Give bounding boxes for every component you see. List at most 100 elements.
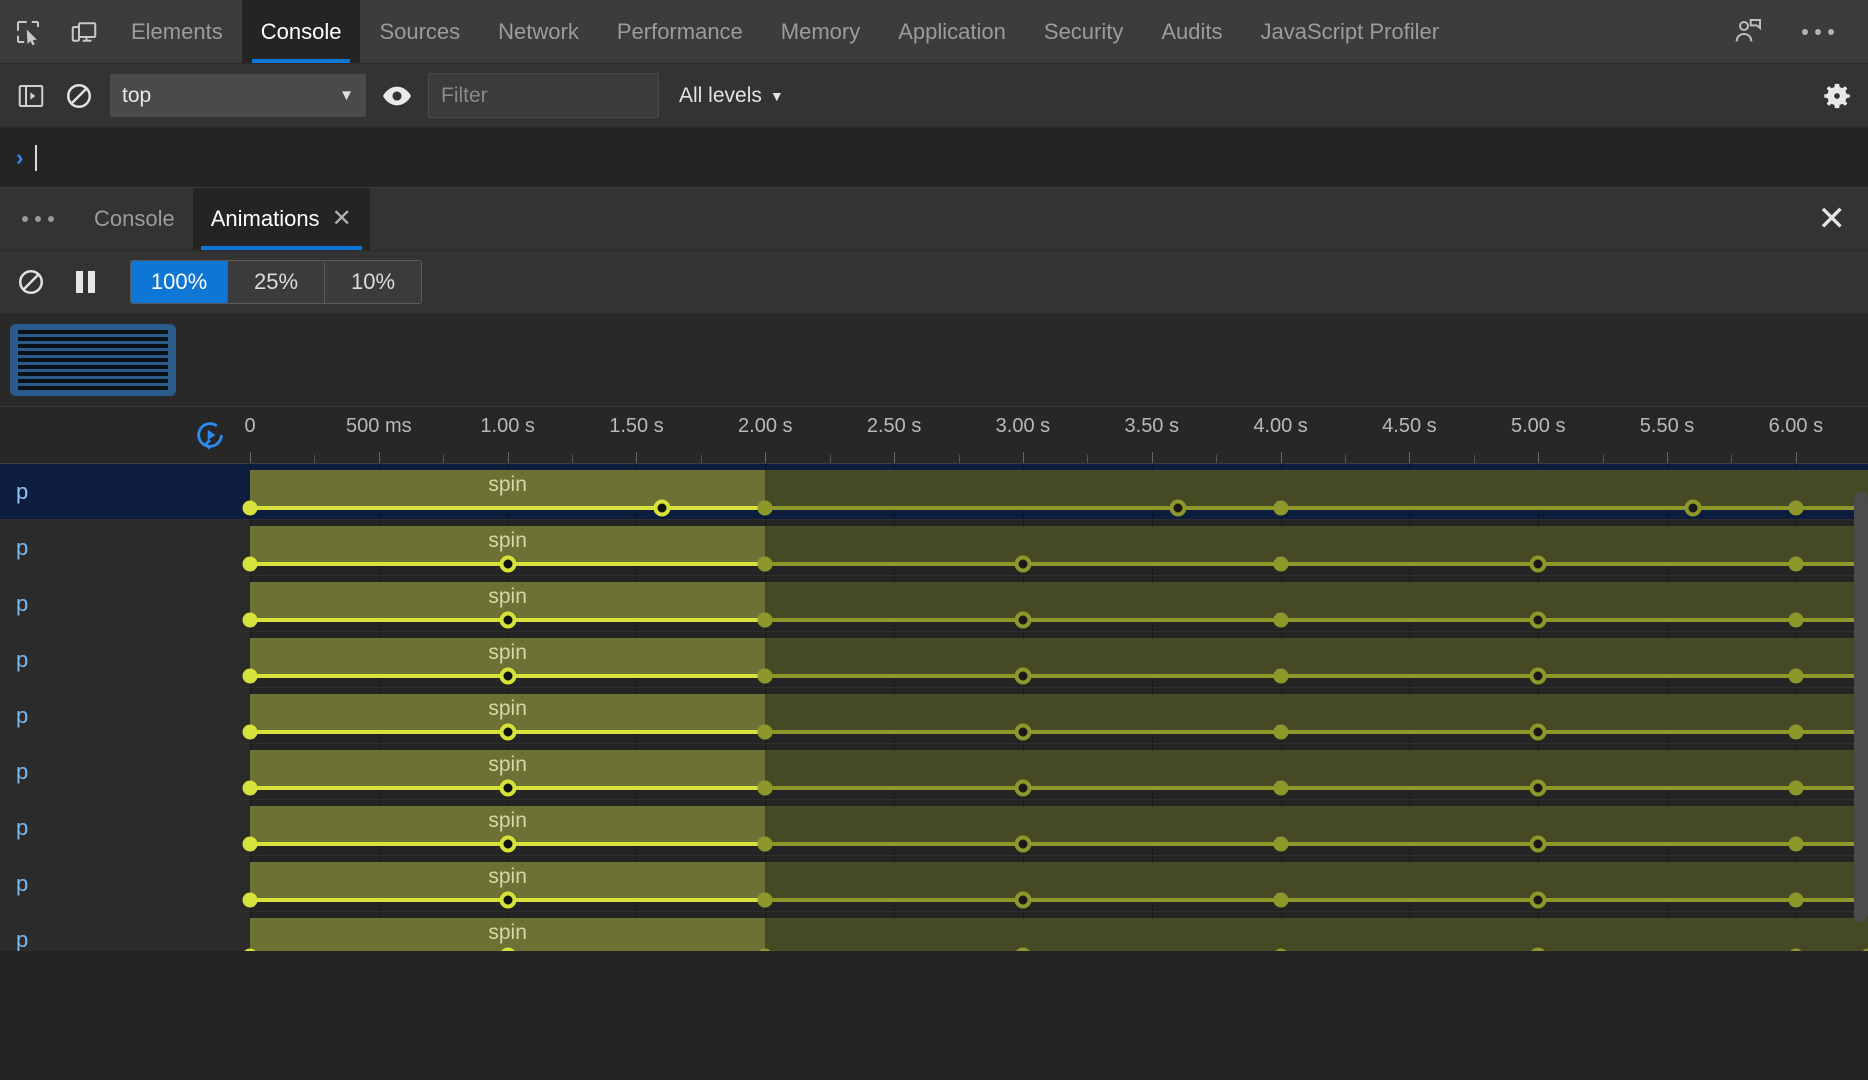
- animation-row[interactable]: p spin: [0, 912, 1868, 951]
- animation-track[interactable]: spin: [242, 800, 1868, 855]
- tab-console[interactable]: Console: [241, 0, 361, 63]
- tab-performance[interactable]: Performance: [598, 0, 762, 63]
- keyframe-marker[interactable]: [757, 500, 773, 516]
- animation-node-label[interactable]: p: [0, 688, 250, 743]
- animation-row[interactable]: p spin: [0, 464, 1868, 520]
- keyframe-marker[interactable]: [1014, 555, 1032, 573]
- keyframe-marker[interactable]: [757, 780, 773, 796]
- animation-track[interactable]: spin: [242, 744, 1868, 799]
- tab-javascript-profiler[interactable]: JavaScript Profiler: [1242, 0, 1459, 63]
- keyframe-marker[interactable]: [1529, 835, 1547, 853]
- animation-track[interactable]: spin: [242, 688, 1868, 743]
- keyframe-marker[interactable]: [1273, 780, 1289, 796]
- keyframe-marker[interactable]: [1529, 779, 1547, 797]
- animation-node-label[interactable]: p: [0, 912, 250, 951]
- animation-rows-list[interactable]: p spin p spin p spin p spin p spin p spin p spin p spin…: [0, 464, 1868, 951]
- keyframe-marker[interactable]: [499, 667, 517, 685]
- pause-animations-icon[interactable]: [68, 265, 102, 299]
- keyframe-marker[interactable]: [757, 612, 773, 628]
- animation-bar[interactable]: [765, 470, 1281, 508]
- vertical-scrollbar[interactable]: [1854, 492, 1868, 922]
- tab-security[interactable]: Security: [1025, 0, 1142, 63]
- animation-bar[interactable]: spin: [250, 470, 766, 508]
- animation-node-label[interactable]: p: [0, 576, 250, 631]
- animation-node-label[interactable]: p: [0, 744, 250, 799]
- tab-elements[interactable]: Elements: [112, 0, 242, 63]
- keyframe-marker[interactable]: [653, 499, 671, 517]
- keyframe-marker[interactable]: [1273, 612, 1289, 628]
- keyframe-marker[interactable]: [1529, 611, 1547, 629]
- animation-row[interactable]: p spin: [0, 520, 1868, 576]
- keyframe-marker[interactable]: [499, 555, 517, 573]
- keyframe-marker[interactable]: [1788, 500, 1804, 516]
- feedback-person-icon[interactable]: [1720, 16, 1776, 48]
- animation-bar[interactable]: spin: [250, 918, 766, 951]
- keyframe-marker[interactable]: [1788, 836, 1804, 852]
- close-icon[interactable]: ✕: [332, 207, 352, 231]
- keyframe-marker[interactable]: [499, 891, 517, 909]
- keyframe-marker[interactable]: [1014, 667, 1032, 685]
- animation-track[interactable]: spin: [242, 912, 1868, 951]
- keyframe-marker[interactable]: [1014, 835, 1032, 853]
- settings-gear-icon[interactable]: [1820, 79, 1854, 113]
- animation-bar[interactable]: [1280, 470, 1796, 508]
- keyframe-marker[interactable]: [757, 892, 773, 908]
- keyframe-marker[interactable]: [242, 612, 258, 628]
- keyframe-marker[interactable]: [499, 779, 517, 797]
- keyframe-marker[interactable]: [1788, 612, 1804, 628]
- tab-application[interactable]: Application: [879, 0, 1025, 63]
- animation-node-label[interactable]: p: [0, 800, 250, 855]
- keyframe-marker[interactable]: [1788, 724, 1804, 740]
- keyframe-marker[interactable]: [242, 892, 258, 908]
- keyframe-marker[interactable]: [757, 836, 773, 852]
- keyframe-marker[interactable]: [1529, 555, 1547, 573]
- tab-audits[interactable]: Audits: [1142, 0, 1241, 63]
- animation-node-label[interactable]: p: [0, 632, 250, 687]
- drawer-more-tabs-icon[interactable]: [0, 188, 76, 250]
- keyframe-marker[interactable]: [1273, 668, 1289, 684]
- keyframe-marker[interactable]: [499, 835, 517, 853]
- execution-context-select[interactable]: top ▼: [110, 74, 366, 117]
- animation-node-label[interactable]: p: [0, 464, 250, 519]
- drawer-tab-animations[interactable]: Animations ✕: [192, 188, 370, 250]
- keyframe-marker[interactable]: [242, 836, 258, 852]
- animation-row[interactable]: p spin: [0, 744, 1868, 800]
- inspect-element-icon[interactable]: [0, 0, 56, 63]
- device-toolbar-icon[interactable]: [56, 0, 112, 63]
- animation-node-label[interactable]: p: [0, 856, 250, 911]
- keyframe-marker[interactable]: [757, 724, 773, 740]
- keyframe-marker[interactable]: [499, 723, 517, 741]
- keyframe-marker[interactable]: [1014, 891, 1032, 909]
- animation-node-label[interactable]: p: [0, 520, 250, 575]
- keyframe-marker[interactable]: [1014, 611, 1032, 629]
- keyframe-marker[interactable]: [1788, 668, 1804, 684]
- tab-sources[interactable]: Sources: [360, 0, 479, 63]
- animation-row[interactable]: p spin: [0, 688, 1868, 744]
- drawer-tab-console[interactable]: Console: [76, 188, 193, 250]
- keyframe-marker[interactable]: [242, 668, 258, 684]
- keyframe-marker[interactable]: [1169, 499, 1187, 517]
- keyframe-marker[interactable]: [242, 556, 258, 572]
- animation-track[interactable]: spin: [242, 632, 1868, 687]
- console-sidebar-icon[interactable]: [14, 79, 48, 113]
- keyframe-marker[interactable]: [1529, 891, 1547, 909]
- animation-row[interactable]: p spin: [0, 856, 1868, 912]
- speed-button-25[interactable]: 25%: [228, 261, 325, 303]
- keyframe-marker[interactable]: [1684, 499, 1702, 517]
- animation-group-preview[interactable]: [10, 324, 176, 396]
- tab-memory[interactable]: Memory: [762, 0, 879, 63]
- keyframe-marker[interactable]: [1273, 892, 1289, 908]
- keyframe-marker[interactable]: [1788, 892, 1804, 908]
- log-levels-dropdown[interactable]: All levels ▼: [679, 84, 784, 108]
- console-prompt-row[interactable]: ›: [0, 128, 1868, 188]
- clear-animations-icon[interactable]: [14, 265, 48, 299]
- clear-console-icon[interactable]: [62, 79, 96, 113]
- keyframe-marker[interactable]: [1529, 723, 1547, 741]
- keyframe-marker[interactable]: [1273, 556, 1289, 572]
- animation-track[interactable]: spin: [242, 576, 1868, 631]
- keyframe-marker[interactable]: [757, 556, 773, 572]
- keyframe-marker[interactable]: [1788, 780, 1804, 796]
- animation-bar[interactable]: [1795, 918, 1868, 951]
- live-expression-icon[interactable]: [380, 79, 414, 113]
- animation-bar[interactable]: [765, 918, 1281, 951]
